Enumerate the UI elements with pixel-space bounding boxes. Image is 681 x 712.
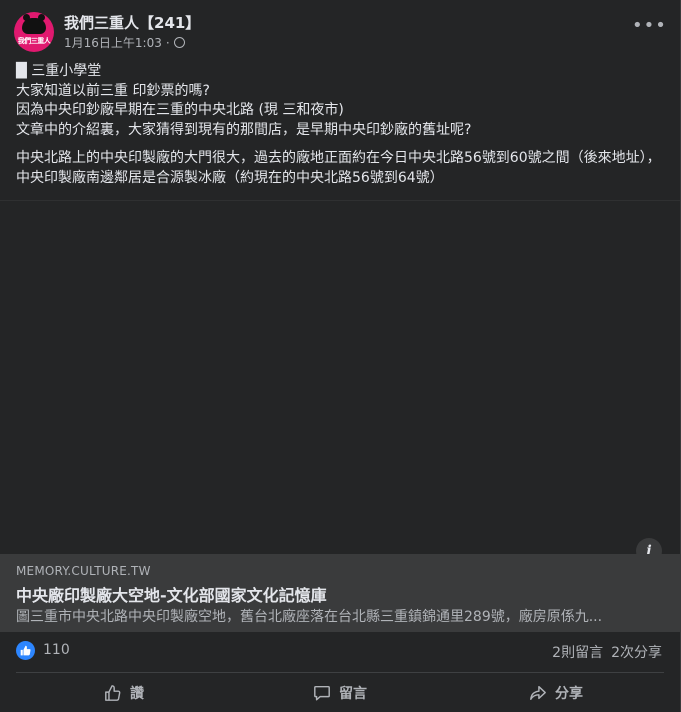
comment-count[interactable]: 2則留言 xyxy=(552,642,603,662)
page-avatar[interactable]: 我們三重人 xyxy=(14,12,54,52)
post-paragraph: 中央北路上的中央印製廠的大門很大，過去的廠地正面約在今日中央北路56號到60號之… xyxy=(16,150,661,186)
share-count[interactable]: 2次分享 xyxy=(611,642,662,662)
avatar-logo-text: 我們三重人 xyxy=(17,37,51,45)
comment-bubble-icon xyxy=(314,685,330,701)
reaction-stats: 110 2則留言 2次分享 xyxy=(16,641,662,663)
actions-divider xyxy=(16,672,664,673)
comment-button[interactable]: 留言 xyxy=(232,676,448,710)
share-arrow-icon xyxy=(530,685,546,701)
post-line: 大家知道以前三重 印鈔票的嗎? xyxy=(16,82,210,99)
page-name-link[interactable]: 我們三重人【241】 xyxy=(64,12,200,33)
like-button[interactable]: 讚 xyxy=(16,676,232,710)
like-button-label: 讚 xyxy=(130,686,144,702)
post-meta: 1月16日上午1:03 · xyxy=(64,34,185,51)
link-description: 圖三重市中央北路中央印製廠空地，舊台北廠座落在台北縣三重鎮錦通里289號，廠房原… xyxy=(16,609,603,625)
comment-button-label: 留言 xyxy=(339,686,367,702)
share-button[interactable]: 分享 xyxy=(448,676,664,710)
share-button-label: 分享 xyxy=(555,686,583,702)
engagement-counts: 2則留言 2次分享 xyxy=(552,642,662,662)
thumbs-up-icon xyxy=(105,685,121,701)
like-reaction-icon[interactable] xyxy=(16,641,35,660)
more-options-button[interactable]: ••• xyxy=(632,17,666,40)
post-card: 我們三重人 我們三重人【241】 1月16日上午1:03 · ••• █ 三重小… xyxy=(0,0,681,712)
post-body: █ 三重小學堂 大家知道以前三重 印鈔票的嗎? 因為中央印鈔廠早期在三重的中央北… xyxy=(16,62,664,188)
meta-separator: · xyxy=(165,35,170,50)
link-preview[interactable]: MEMORY.CULTURE.TW 中央廠印製廠大空地-文化部國家文化記憶庫 圖… xyxy=(0,554,680,632)
post-line: 文章中的介紹裏，大家猜得到現有的那間店，是早期中央印鈔廠的舊址呢? xyxy=(16,121,472,138)
globe-icon[interactable] xyxy=(173,37,185,48)
bear-logo-icon xyxy=(22,14,46,34)
post-timestamp[interactable]: 1月16日上午1:03 xyxy=(64,34,162,51)
link-title: 中央廠印製廠大空地-文化部國家文化記憶庫 xyxy=(16,586,327,605)
post-header: 我們三重人 我們三重人【241】 1月16日上午1:03 · ••• xyxy=(14,12,666,56)
link-image-area[interactable] xyxy=(0,200,680,555)
post-line: 因為中央印鈔廠早期在三重的中央北路 (現 三和夜市) xyxy=(16,102,344,118)
post-line: █ 三重小學堂 xyxy=(16,63,102,79)
action-bar: 讚 留言 分享 xyxy=(16,676,664,710)
like-count[interactable]: 110 xyxy=(43,642,70,658)
link-domain: MEMORY.CULTURE.TW xyxy=(16,564,151,578)
